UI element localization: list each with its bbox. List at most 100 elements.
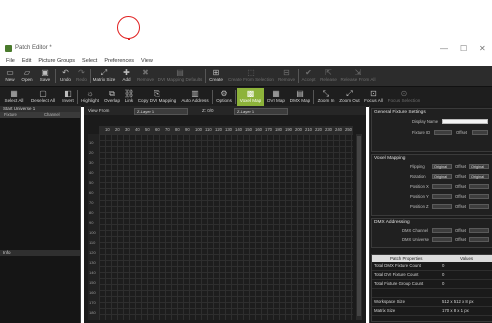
dmx-map-button[interactable]: ▤ DMX Map (288, 88, 312, 106)
layer-select[interactable]: Z-Layer 1 (234, 108, 288, 115)
vertical-ruler-label: 90 (89, 220, 94, 225)
fixture-list-columns: Fixture Channel (0, 112, 80, 118)
redo-button[interactable]: ↷ Redo (74, 67, 89, 85)
ruler-tick-label: 230 (325, 127, 332, 132)
maximize-button[interactable]: ☐ (460, 44, 467, 53)
options-button[interactable]: ⚙ Options (214, 88, 234, 106)
auto-address-icon: ▥ (191, 89, 199, 98)
scrollbar-thumb[interactable] (357, 136, 361, 316)
voxel-value-field[interactable] (432, 194, 452, 199)
fixture-id-offset-label: Offset (456, 130, 468, 135)
fixture-id-offset-field[interactable] (472, 130, 488, 135)
menu-view[interactable]: View (141, 56, 153, 66)
property-row: Matrix Size 170 x 8 x 1 px (372, 307, 492, 316)
deselect-all-icon: ▢ (39, 89, 47, 98)
close-button[interactable]: ✕ (479, 44, 486, 53)
voxel-offset-field[interactable] (469, 204, 489, 209)
ruler-tick-label: 130 (225, 127, 232, 132)
zoom-out-button[interactable]: ⤢ Zoom Out (338, 88, 361, 106)
column-channel[interactable]: Channel (44, 112, 60, 118)
zoom-in-button[interactable]: ⤡ Zoom In (315, 88, 337, 106)
voxel-grid[interactable] (99, 134, 353, 320)
vertical-ruler-label: 150 (89, 280, 96, 285)
copy-dvi-mapping-button[interactable]: ⎘ Copy DVI Mapping (137, 88, 177, 106)
ruler-tick-label: 120 (215, 127, 222, 132)
voxel-offset-field[interactable] (469, 194, 489, 199)
deselect-all-button[interactable]: ▢ Deselect All (28, 88, 58, 106)
release-from-all-button[interactable]: ⇲ Release From All (340, 67, 376, 85)
ruler-tick-label: 80 (175, 127, 180, 132)
dvi-map-button[interactable]: ▦ DVI Map (265, 88, 287, 106)
link-button[interactable]: ⛓ Link (123, 88, 135, 106)
accept-button[interactable]: ✔ Accept (300, 67, 317, 85)
vertical-ruler-label: 80 (89, 210, 94, 215)
release-button[interactable]: ⇱ Release (319, 67, 338, 85)
vertical-ruler-label: 170 (89, 300, 96, 305)
save-button[interactable]: ▣ Save (37, 67, 53, 85)
highlight-button[interactable]: ☼ Highlight (79, 88, 101, 106)
menu-picture-groups[interactable]: Picture Groups (38, 56, 75, 66)
dmx-value-field[interactable] (432, 228, 452, 233)
dmx-offset-field[interactable] (469, 237, 489, 242)
dmx-map-icon: ▤ (296, 89, 304, 98)
menu-file[interactable]: File (6, 56, 15, 66)
ruler-tick-label: 90 (185, 127, 190, 132)
undo-button[interactable]: ↶ Undo (58, 67, 73, 85)
vertical-scrollbar[interactable] (356, 134, 362, 320)
new-file-icon: ▭ (6, 68, 14, 77)
dvi-mapping-defaults-button[interactable]: ▤ DVI Mapping Defaults (157, 67, 203, 85)
create-from-selection-button[interactable]: ⬚ Create From Selection (227, 67, 275, 85)
annotation-circle (117, 16, 140, 39)
menu-preferences[interactable]: Preferences (104, 56, 134, 66)
dmx-addressing-section: DMX Addressing DMX Channel Offset DMX Univ… (371, 218, 492, 248)
menu-select[interactable]: Select (82, 56, 97, 66)
invert-button[interactable]: ◧ Invert (60, 88, 76, 106)
matrix-size-button[interactable]: ⤢ Matrix Size (92, 67, 116, 85)
remove-button[interactable]: ✖ Remove (136, 67, 155, 85)
view-from-select[interactable]: Z-Layer 1 (134, 108, 188, 115)
dmx-row-label: DMX Universe (402, 237, 429, 242)
select-all-button[interactable]: ▦ Select All (2, 88, 26, 106)
ruler-tick-label: 60 (155, 127, 160, 132)
voxel-offset-field[interactable] (469, 184, 489, 189)
voxel-value-field[interactable]: Original (432, 164, 452, 169)
dmx-offset-field[interactable] (469, 228, 489, 233)
view-from-label: View From (88, 108, 110, 113)
remove-group-button[interactable]: ⊟ Remove (277, 67, 296, 85)
focus-all-button[interactable]: ⊡ Focus All (362, 88, 385, 106)
display-name-field[interactable] (442, 119, 488, 124)
minimize-button[interactable]: — (440, 44, 448, 53)
voxel-value-field[interactable] (432, 204, 452, 209)
overlap-button[interactable]: ⧉ Overlap (102, 88, 122, 106)
dmx-value-field[interactable] (432, 237, 452, 242)
ruler-tick-label: 240 (335, 127, 342, 132)
dmx-row-label: DMX Channel (402, 228, 429, 233)
auto-address-button[interactable]: ▥ Auto Address (179, 88, 211, 106)
create-button[interactable]: ⊞ Create (207, 67, 225, 85)
property-value: 170 x 8 x 1 px (442, 308, 469, 313)
fixture-id-field[interactable] (434, 130, 452, 135)
voxel-value-field[interactable]: Original (432, 174, 452, 179)
view-bar: View From Z-Layer 1 Z: 0/0 Z-Layer 1 (84, 106, 366, 115)
voxel-offset-field[interactable]: Original (469, 164, 489, 169)
menu-bar: File Edit Picture Groups Select Preferences V… (0, 56, 492, 66)
dmx-offset-label: Offset (455, 228, 467, 233)
voxel-map-button[interactable]: ▩ Voxel Map (237, 88, 264, 106)
vertical-ruler-label: 60 (89, 190, 94, 195)
focus-selection-button[interactable]: ⊙ Focus Selection (386, 88, 422, 106)
new-button[interactable]: ▭ New (3, 67, 17, 85)
column-fixture[interactable]: Fixture (4, 112, 17, 118)
menu-edit[interactable]: Edit (22, 56, 31, 66)
property-name: Total DMX Fixture Count (374, 263, 421, 268)
ruler-tick-label: 70 (165, 127, 170, 132)
zoom-in-icon: ⤡ (322, 89, 330, 98)
voxel-value-field[interactable] (432, 184, 452, 189)
voxel-offset-field[interactable]: Original (469, 174, 489, 179)
properties-panel: General Fixture Settings Display Name Fi… (369, 106, 492, 323)
add-button[interactable]: ✚ Add (119, 67, 134, 85)
voxel-offset-label: Offset (455, 184, 467, 189)
patch-properties-column: Patch Properties (390, 256, 423, 261)
dvi-map-icon: ▦ (272, 89, 280, 98)
window-title: Patch Editor * (15, 45, 52, 51)
open-button[interactable]: ▱ Open (19, 67, 35, 85)
